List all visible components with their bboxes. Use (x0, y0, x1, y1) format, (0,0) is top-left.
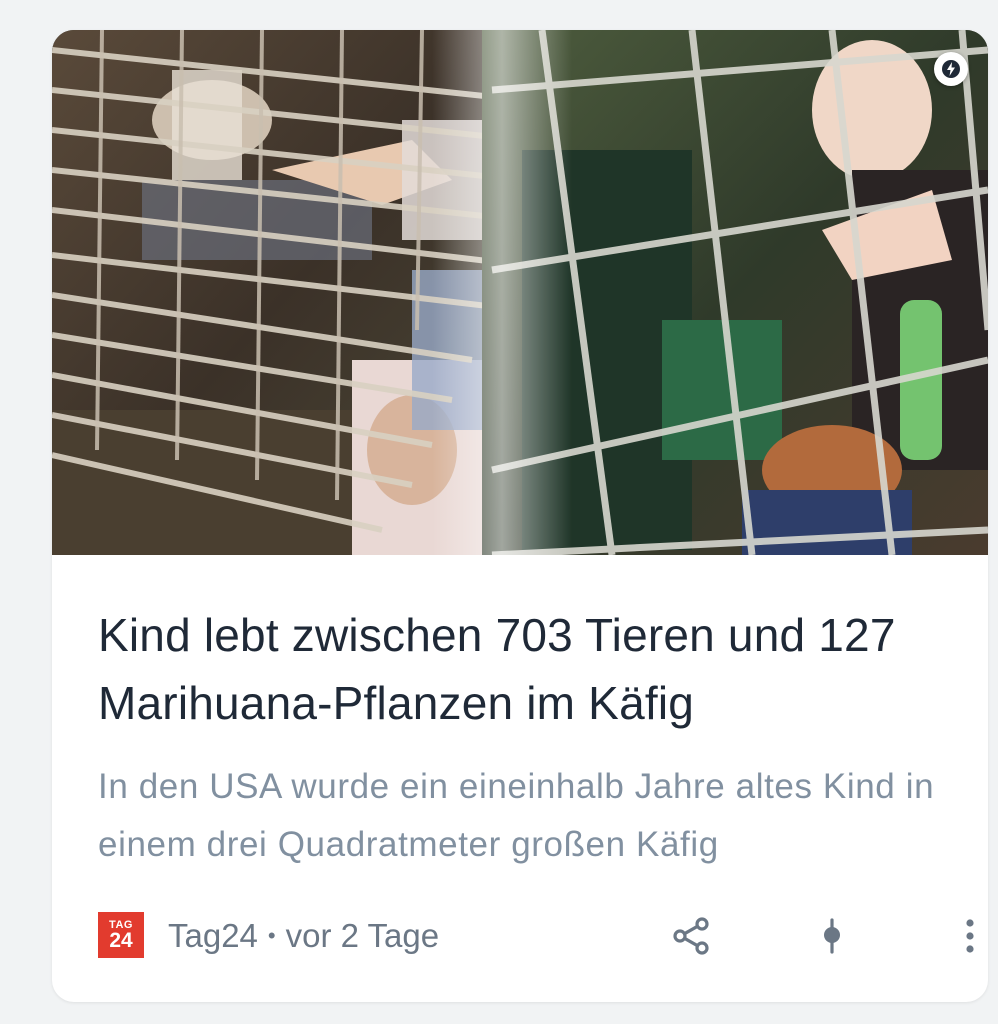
share-icon (673, 917, 709, 955)
article-footer: TAG 24 Tag24 • vor 2 Tage (98, 910, 974, 962)
pin-button[interactable] (806, 910, 858, 962)
meta-separator: • (267, 923, 276, 948)
source-name[interactable]: Tag24 (168, 917, 258, 954)
news-card[interactable]: Kind lebt zwischen 703 Tieren und 127 Ma… (52, 30, 988, 1002)
article-image-collage (52, 30, 988, 555)
more-vert-icon (966, 919, 974, 953)
article-title[interactable]: Kind lebt zwischen 703 Tieren und 127 Ma… (98, 601, 948, 737)
source-logo-line2: 24 (109, 928, 133, 952)
share-button[interactable] (666, 910, 718, 962)
source-meta: Tag24 • vor 2 Tage (168, 914, 439, 958)
publish-time: vor 2 Tage (285, 917, 440, 954)
pin-icon (824, 918, 840, 954)
article-snippet: In den USA wurde ein eineinhalb Jahre al… (98, 767, 935, 864)
more-options-button[interactable] (944, 910, 988, 962)
lightning-bolt-icon (934, 52, 968, 86)
article-image[interactable] (52, 30, 988, 555)
source-logo: TAG 24 (98, 912, 144, 958)
